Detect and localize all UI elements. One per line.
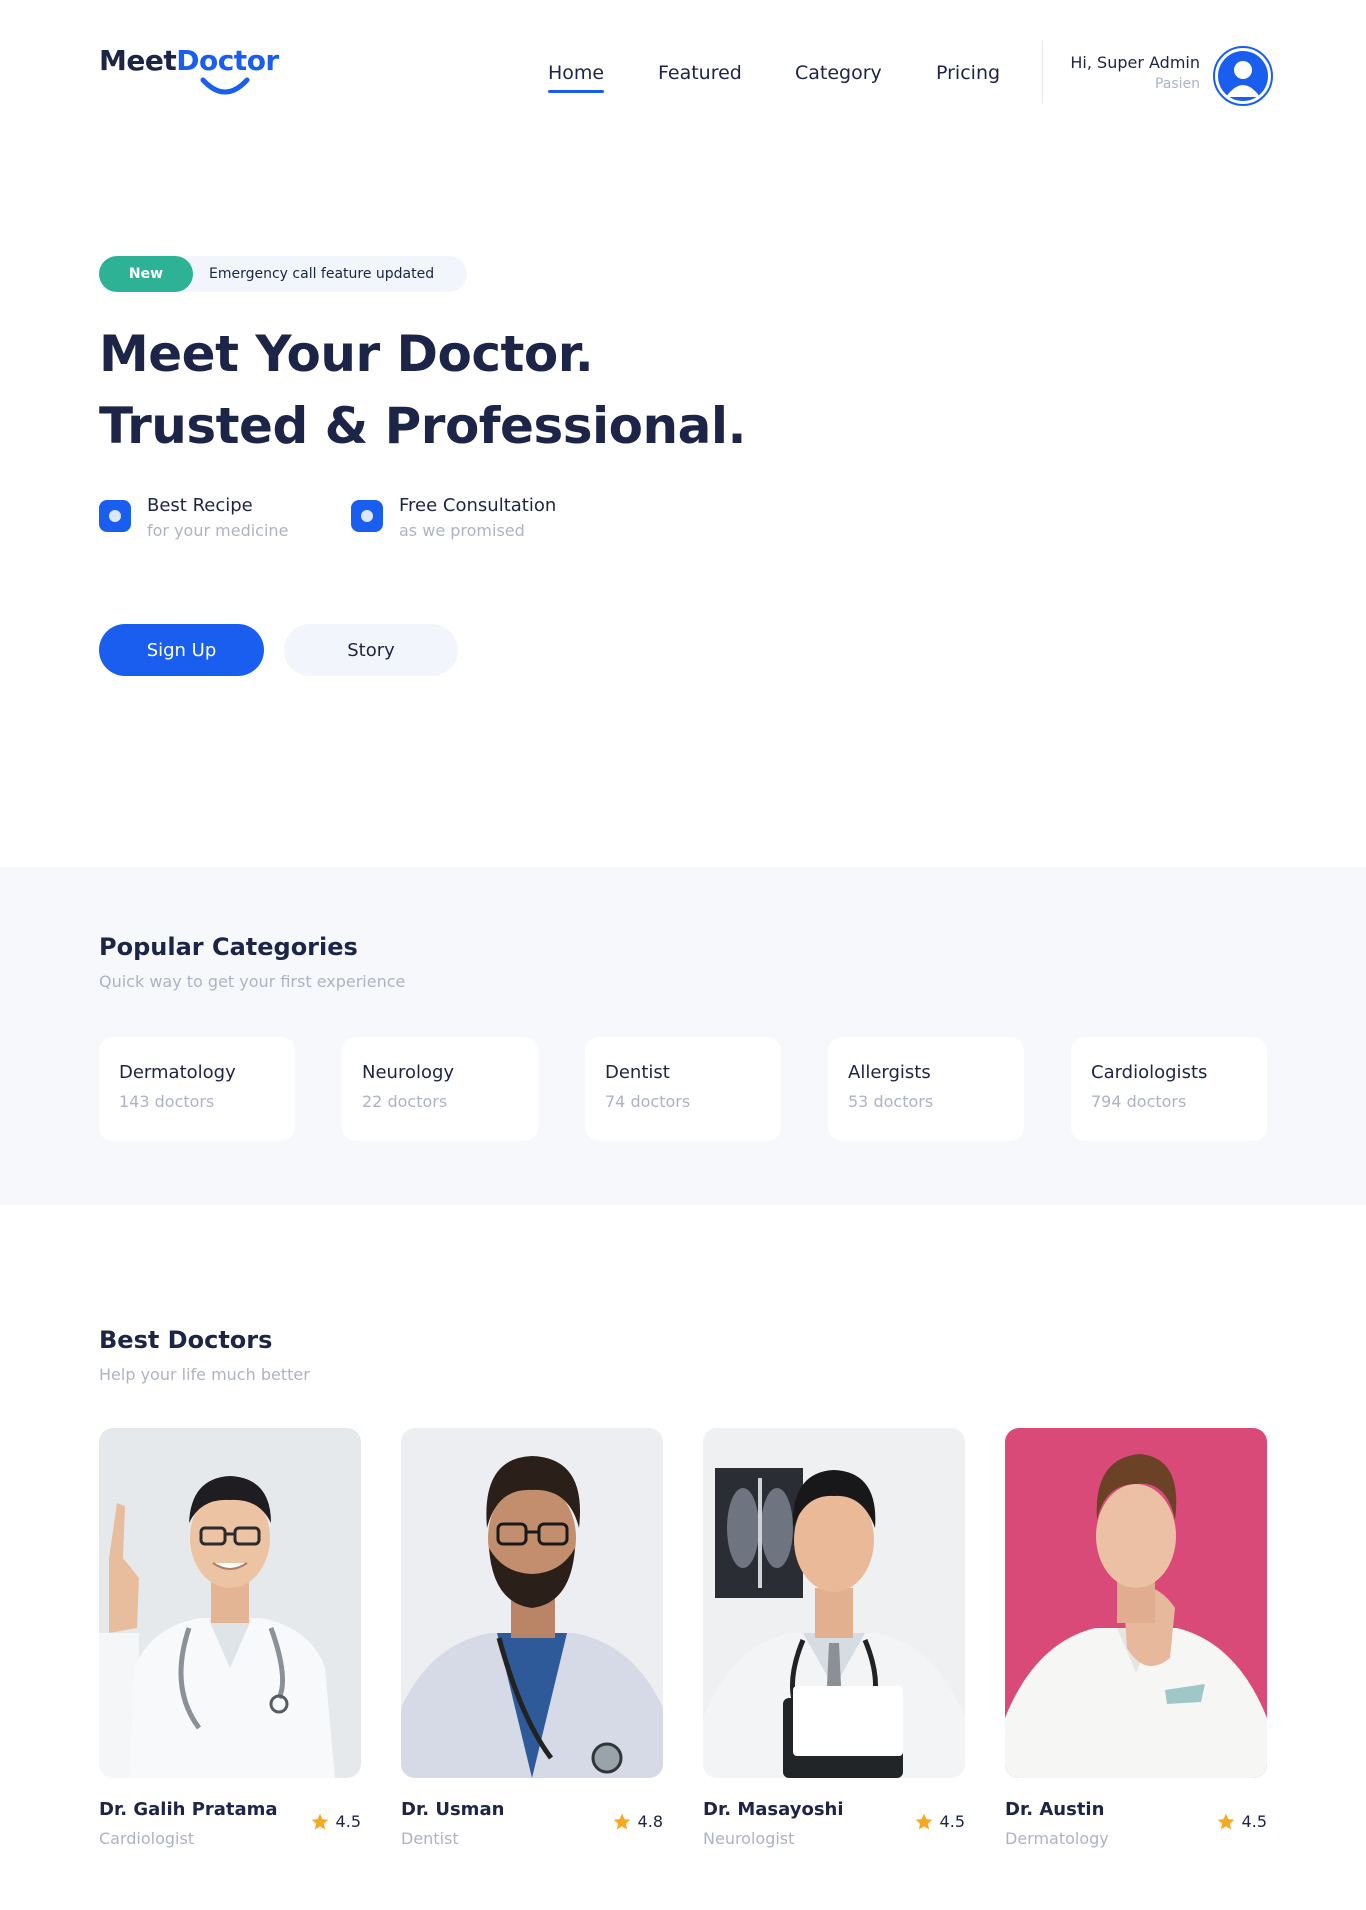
site-header: MeetDoctor Home Featured Category Pricin… bbox=[0, 0, 1366, 150]
doctor-photo bbox=[99, 1428, 361, 1778]
nav-item-home[interactable]: Home bbox=[548, 58, 605, 93]
category-card-allergists[interactable]: Allergists 53 doctors bbox=[828, 1037, 1024, 1141]
doctor-specialty: Dentist bbox=[401, 1829, 459, 1848]
feature-subtitle: for your medicine bbox=[147, 521, 289, 540]
active-nav-indicator bbox=[548, 90, 605, 93]
rating-value: 4.5 bbox=[939, 1812, 965, 1831]
star-icon bbox=[1217, 1813, 1234, 1830]
rating-value: 4.5 bbox=[1241, 1812, 1267, 1831]
nav-item-pricing[interactable]: Pricing bbox=[936, 58, 1000, 88]
doctor-rating: 4.5 bbox=[1216, 1812, 1267, 1832]
doctor-photo bbox=[1005, 1428, 1267, 1778]
category-name: Cardiologists bbox=[1091, 1062, 1208, 1083]
nav-item-label: Home bbox=[548, 62, 605, 84]
category-name: Allergists bbox=[848, 1062, 931, 1083]
category-card-cardiologists[interactable]: Cardiologists 794 doctors bbox=[1071, 1037, 1267, 1141]
nav-item-label: Category bbox=[795, 62, 882, 84]
rating-value: 4.8 bbox=[637, 1812, 663, 1831]
nav-item-featured[interactable]: Featured bbox=[658, 58, 742, 88]
nav-item-label: Pricing bbox=[936, 62, 1001, 84]
star-icon bbox=[915, 1813, 932, 1830]
doctor-specialty: Neurologist bbox=[703, 1829, 795, 1848]
sign-up-button[interactable]: Sign Up bbox=[99, 624, 264, 676]
doctors-subtitle: Help your life much better bbox=[99, 1365, 310, 1384]
doctor-rating: 4.8 bbox=[612, 1812, 663, 1832]
user-name: Hi, Super Admin bbox=[1070, 53, 1200, 72]
logo-text-meet: Meet bbox=[99, 44, 177, 77]
announcement-badge[interactable]: New Emergency call feature updated bbox=[99, 256, 467, 292]
doctor-card[interactable]: Dr. Usman Dentist 4.8 bbox=[401, 1428, 663, 1858]
doctor-card[interactable]: Dr. Austin Dermatology 4.5 bbox=[1005, 1428, 1267, 1858]
category-count: 74 doctors bbox=[605, 1092, 691, 1111]
category-count: 22 doctors bbox=[362, 1092, 448, 1111]
doctor-specialty: Cardiologist bbox=[99, 1829, 195, 1848]
nav-item-category[interactable]: Category bbox=[795, 58, 882, 88]
doctor-card[interactable]: Dr. Galih Pratama Cardiologist 4.5 bbox=[99, 1428, 361, 1858]
logo-text-doctor: Doctor bbox=[176, 44, 279, 77]
star-icon bbox=[311, 1813, 328, 1830]
category-count: 794 doctors bbox=[1091, 1092, 1187, 1111]
doctor-card[interactable]: Dr. Masayoshi Neurologist 4.5 bbox=[703, 1428, 965, 1858]
brand-logo[interactable]: MeetDoctor bbox=[99, 44, 279, 104]
user-avatar-icon bbox=[1218, 51, 1268, 101]
doctors-title: Best Doctors bbox=[99, 1326, 273, 1354]
category-name: Dermatology bbox=[119, 1062, 236, 1083]
category-name: Neurology bbox=[362, 1062, 455, 1083]
category-count: 53 doctors bbox=[848, 1092, 934, 1111]
rating-value: 4.5 bbox=[335, 1812, 361, 1831]
doctor-rating: 4.5 bbox=[914, 1812, 965, 1832]
nav-item-label: Featured bbox=[658, 62, 742, 84]
categories-title: Popular Categories bbox=[99, 933, 358, 961]
story-button[interactable]: Story bbox=[284, 624, 458, 676]
smile-icon bbox=[200, 77, 250, 95]
category-card-dermatology[interactable]: Dermatology 143 doctors bbox=[99, 1037, 295, 1141]
avatar[interactable] bbox=[1213, 46, 1273, 106]
announcement-text: Emergency call feature updated bbox=[209, 266, 435, 282]
categories-section: Popular Categories Quick way to get your… bbox=[0, 867, 1366, 1205]
user-role: Pasien bbox=[1154, 76, 1200, 92]
nav-divider bbox=[1042, 40, 1043, 104]
hero-title-line1: Meet Your Doctor. bbox=[99, 325, 594, 383]
doctor-rating: 4.5 bbox=[310, 1812, 361, 1832]
doctor-name: Dr. Austin bbox=[1005, 1799, 1105, 1820]
hero-title-line2: Trusted & Professional. bbox=[99, 397, 746, 455]
feature-title: Best Recipe bbox=[147, 495, 253, 516]
star-icon bbox=[613, 1813, 630, 1830]
doctor-name: Dr. Galih Pratama bbox=[99, 1799, 278, 1820]
category-card-dentist[interactable]: Dentist 74 doctors bbox=[585, 1037, 781, 1141]
user-greeting[interactable]: Hi, Super Admin Pasien bbox=[1070, 52, 1200, 94]
categories-subtitle: Quick way to get your first experience bbox=[99, 972, 406, 991]
checkbox-icon bbox=[99, 500, 131, 532]
category-count: 143 doctors bbox=[119, 1092, 215, 1111]
category-card-neurology[interactable]: Neurology 22 doctors bbox=[342, 1037, 538, 1141]
new-tag: New bbox=[99, 256, 193, 292]
checkbox-icon bbox=[351, 500, 383, 532]
category-name: Dentist bbox=[605, 1062, 670, 1083]
hero-title: Meet Your Doctor. Trusted & Professional… bbox=[99, 318, 746, 462]
feature-title: Free Consultation bbox=[399, 495, 557, 516]
feature-subtitle: as we promised bbox=[399, 521, 525, 540]
doctor-photo bbox=[401, 1428, 663, 1778]
doctor-specialty: Dermatology bbox=[1005, 1829, 1109, 1848]
doctor-photo bbox=[703, 1428, 965, 1778]
doctor-name: Dr. Usman bbox=[401, 1799, 505, 1820]
doctor-name: Dr. Masayoshi bbox=[703, 1799, 844, 1820]
